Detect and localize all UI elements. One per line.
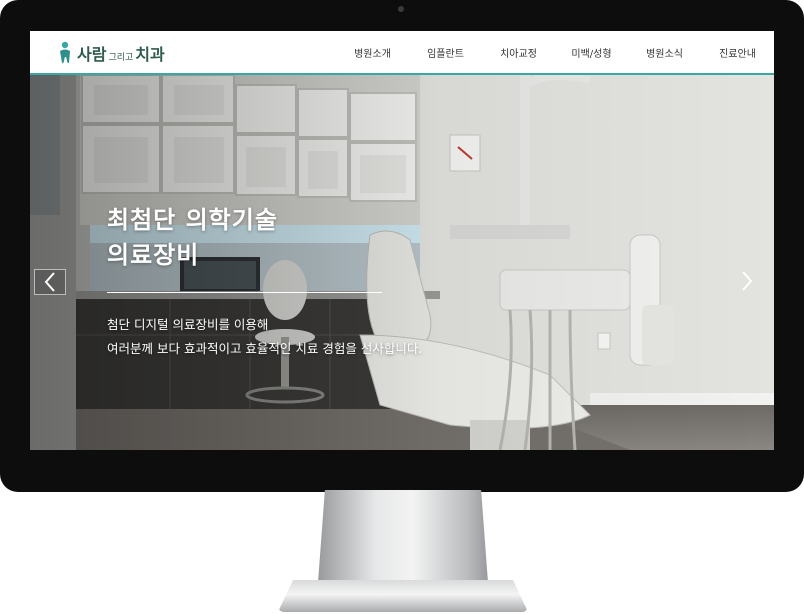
logo-main-text: 사람 <box>77 45 107 64</box>
tooth-person-icon <box>60 41 70 64</box>
nav-item-orthodontics[interactable]: 치아교정 <box>482 45 555 60</box>
hero-description-line-1: 첨단 디지털 의료장비를 이용해 <box>107 317 269 332</box>
monitor-stand-neck <box>317 490 489 590</box>
webcam-dot <box>398 6 404 12</box>
nav-item-news[interactable]: 병원소식 <box>628 45 701 60</box>
hero-description-line-2: 여러분께 보다 효과적이고 효율적인 치료 경험을 선사합니다. <box>107 341 423 356</box>
slider-next-button[interactable] <box>732 269 762 293</box>
monitor-screen: 사람 그리고 치과 병원소개 임플란트 치아교정 미백/성형 병원소식 진료안내 <box>30 31 774 450</box>
slider-prev-button[interactable] <box>34 269 66 295</box>
monitor-stand-base <box>278 580 528 612</box>
site-header: 사람 그리고 치과 병원소개 임플란트 치아교정 미백/성형 병원소식 진료안내 <box>30 31 774 75</box>
hero-description: 첨단 디지털 의료장비를 이용해 여러분께 보다 효과적이고 효율적인 치료 경… <box>107 313 422 361</box>
hero-slider: 최첨단 의학기술 의료장비 첨단 디지털 의료장비를 이용해 여러분께 보다 효… <box>30 75 774 450</box>
nav-item-about[interactable]: 병원소개 <box>336 45 409 60</box>
hero-title-line-2: 의료장비 <box>107 241 200 269</box>
logo[interactable]: 사람 그리고 치과 <box>58 40 165 66</box>
hero-divider <box>107 292 382 293</box>
nav-item-info[interactable]: 진료안내 <box>701 45 774 60</box>
nav-item-whitening[interactable]: 미백/성형 <box>555 45 628 60</box>
hero-title-line-1: 최첨단 의학기술 <box>107 206 278 234</box>
chevron-left-icon <box>44 272 55 292</box>
nav-item-implant[interactable]: 임플란트 <box>409 45 482 60</box>
logo-main-text-2: 치과 <box>135 45 165 64</box>
chevron-right-icon <box>742 271 753 291</box>
hero-title: 최첨단 의학기술 의료장비 <box>107 203 278 273</box>
main-nav: 병원소개 임플란트 치아교정 미백/성형 병원소식 진료안내 <box>336 31 774 73</box>
logo-sub-text: 그리고 <box>108 52 134 63</box>
monitor-bezel: 사람 그리고 치과 병원소개 임플란트 치아교정 미백/성형 병원소식 진료안내 <box>0 0 804 492</box>
